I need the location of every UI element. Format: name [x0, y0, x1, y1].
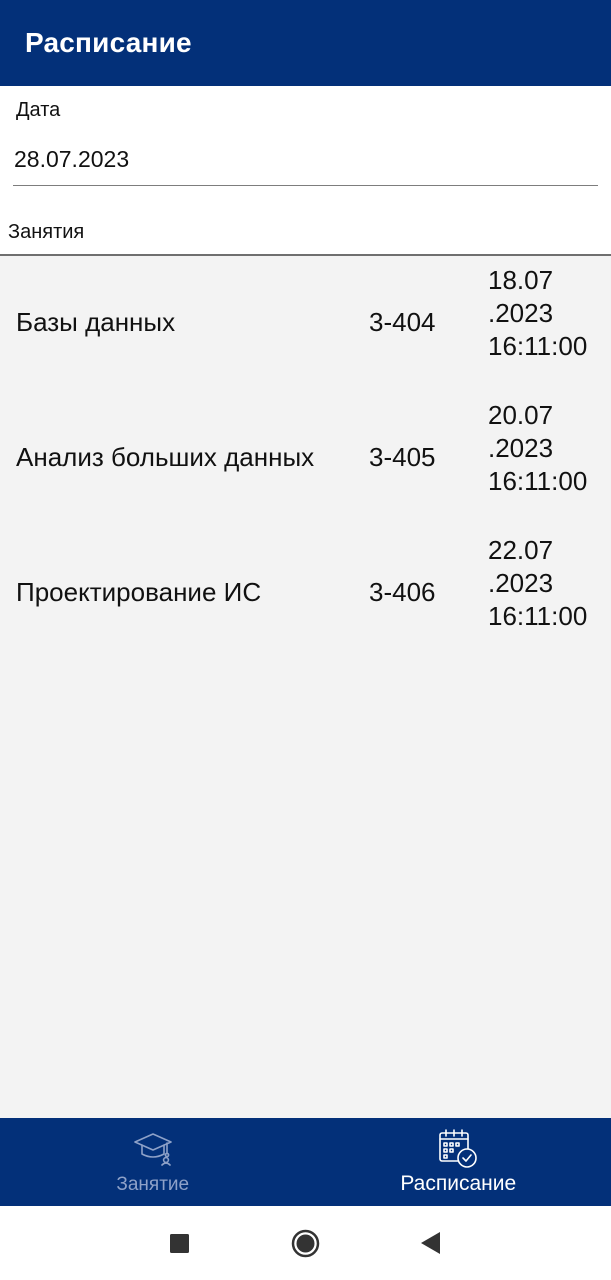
lesson-date-part1: 20.07	[488, 400, 554, 430]
date-section: Дата 28.07.2023 Занятия	[0, 86, 611, 254]
list-item[interactable]: Базы данных 3-404 18.07 .2023 16:11:00	[0, 262, 611, 382]
lesson-date-part2: .2023	[488, 298, 554, 328]
lesson-date-part1: 22.07	[488, 535, 554, 565]
graduation-cap-icon	[133, 1128, 173, 1168]
lesson-subject: Базы данных	[16, 306, 176, 337]
date-label: Дата	[16, 99, 61, 121]
lessons-list: Базы данных 3-404 18.07 .2023 16:11:00 А…	[0, 254, 611, 1118]
recents-square-icon[interactable]	[170, 1234, 189, 1253]
app-root: Расписание Дата 28.07.2023 Занятия Базы …	[0, 0, 611, 1280]
lesson-room: 3-404	[369, 306, 436, 337]
list-item[interactable]: Анализ больших данных 3-405 20.07 .2023 …	[0, 397, 611, 517]
lesson-datetime: 20.07 .2023 16:11:00	[488, 399, 587, 498]
lesson-date-part1: 18.07	[488, 265, 554, 295]
lesson-datetime: 22.07 .2023 16:11:00	[488, 534, 587, 633]
bottom-navigation: Занятие Расписание	[0, 1118, 611, 1206]
date-field[interactable]: 28.07.2023	[13, 134, 598, 186]
lesson-room: 3-405	[369, 441, 436, 472]
tab-schedule-label: Расписание	[400, 1172, 517, 1195]
tab-lesson-label: Занятие	[116, 1174, 190, 1195]
page-title: Расписание	[25, 27, 192, 58]
lesson-subject: Анализ больших данных	[16, 441, 315, 472]
lesson-datetime: 18.07 .2023 16:11:00	[488, 264, 587, 363]
lesson-time: 16:11:00	[488, 601, 588, 631]
tab-schedule[interactable]: Расписание	[306, 1118, 611, 1206]
lesson-time: 16:11:00	[488, 466, 588, 496]
lesson-date-part2: .2023	[488, 568, 554, 598]
lessons-label: Занятия	[8, 221, 85, 243]
list-item[interactable]: Проектирование ИС 3-406 22.07 .2023 16:1…	[0, 532, 611, 652]
app-bar: Расписание	[0, 0, 611, 86]
lesson-time: 16:11:00	[488, 331, 588, 361]
home-circle-icon[interactable]	[291, 1229, 320, 1258]
calendar-clock-icon	[438, 1128, 478, 1168]
lesson-subject: Проектирование ИС	[16, 576, 262, 607]
system-navigation-bar	[0, 1206, 611, 1280]
lesson-room: 3-406	[369, 576, 436, 607]
back-triangle-icon[interactable]	[420, 1232, 441, 1254]
tab-lesson[interactable]: Занятие	[0, 1118, 306, 1206]
lesson-date-part2: .2023	[488, 433, 554, 463]
